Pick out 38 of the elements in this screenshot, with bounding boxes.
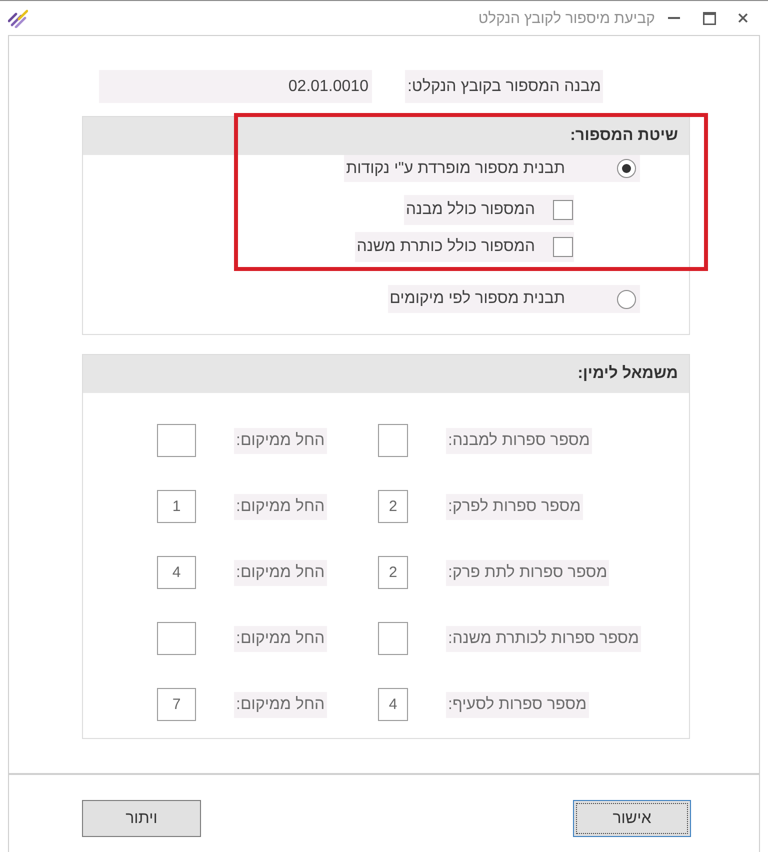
field-label: מספר ספרות לפרק:: [446, 494, 583, 520]
number-field[interactable]: [378, 424, 408, 457]
number-field[interactable]: 4: [157, 556, 196, 589]
number-field[interactable]: 4: [378, 688, 408, 721]
field-label: מספר ספרות למבנה:: [446, 428, 592, 454]
field-label: החל ממיקום:: [234, 626, 327, 652]
field-label: החל ממיקום:: [234, 428, 327, 454]
cancel-button[interactable]: ויתור: [82, 800, 201, 837]
field-label: מבנה המספור בקובץ הנקלט:: [405, 70, 603, 103]
close-icon[interactable]: [738, 13, 748, 23]
number-field[interactable]: 2: [378, 556, 408, 589]
checkbox-option[interactable]: המספור כולל כותרת משנה: [354, 232, 574, 262]
checkbox[interactable]: [553, 237, 573, 257]
number-field[interactable]: [378, 622, 408, 655]
ok-button[interactable]: אישור: [573, 800, 691, 837]
value-field: 02.01.0010: [99, 70, 372, 103]
number-field[interactable]: 1: [157, 490, 196, 523]
field-label: החל ממיקום:: [234, 494, 327, 520]
field-label: מספר ספרות לכותרת משנה:: [446, 626, 642, 652]
section-header: משמאל לימין:: [83, 355, 689, 393]
number-field[interactable]: [157, 424, 196, 457]
number-field[interactable]: [157, 622, 196, 655]
field-label: החל ממיקום:: [234, 560, 327, 586]
field-label: החל ממיקום:: [234, 692, 327, 718]
radio-button[interactable]: [617, 290, 636, 308]
radio-option[interactable]: תבנית מספור לפי מיקומים: [388, 285, 640, 313]
number-field[interactable]: 2: [378, 490, 408, 523]
checkbox-option[interactable]: המספור כולל מבנה: [404, 195, 574, 225]
field-label: מספר ספרות לתת פרק:: [446, 560, 610, 586]
number-field[interactable]: 7: [157, 688, 196, 721]
section-header: שיטת המספור:: [83, 117, 689, 155]
checkbox[interactable]: [553, 200, 573, 220]
radio-button[interactable]: [617, 159, 636, 178]
window-title: קביעת מיספור לקובץ הנקלט: [478, 10, 655, 26]
maximize-icon[interactable]: [703, 12, 716, 24]
field-label: מספר ספרות לסעיף:: [446, 692, 589, 718]
stripes-logo-icon: [8, 8, 28, 28]
radio-option[interactable]: תבנית מספור מופרדת ע"י נקודות: [344, 155, 640, 182]
